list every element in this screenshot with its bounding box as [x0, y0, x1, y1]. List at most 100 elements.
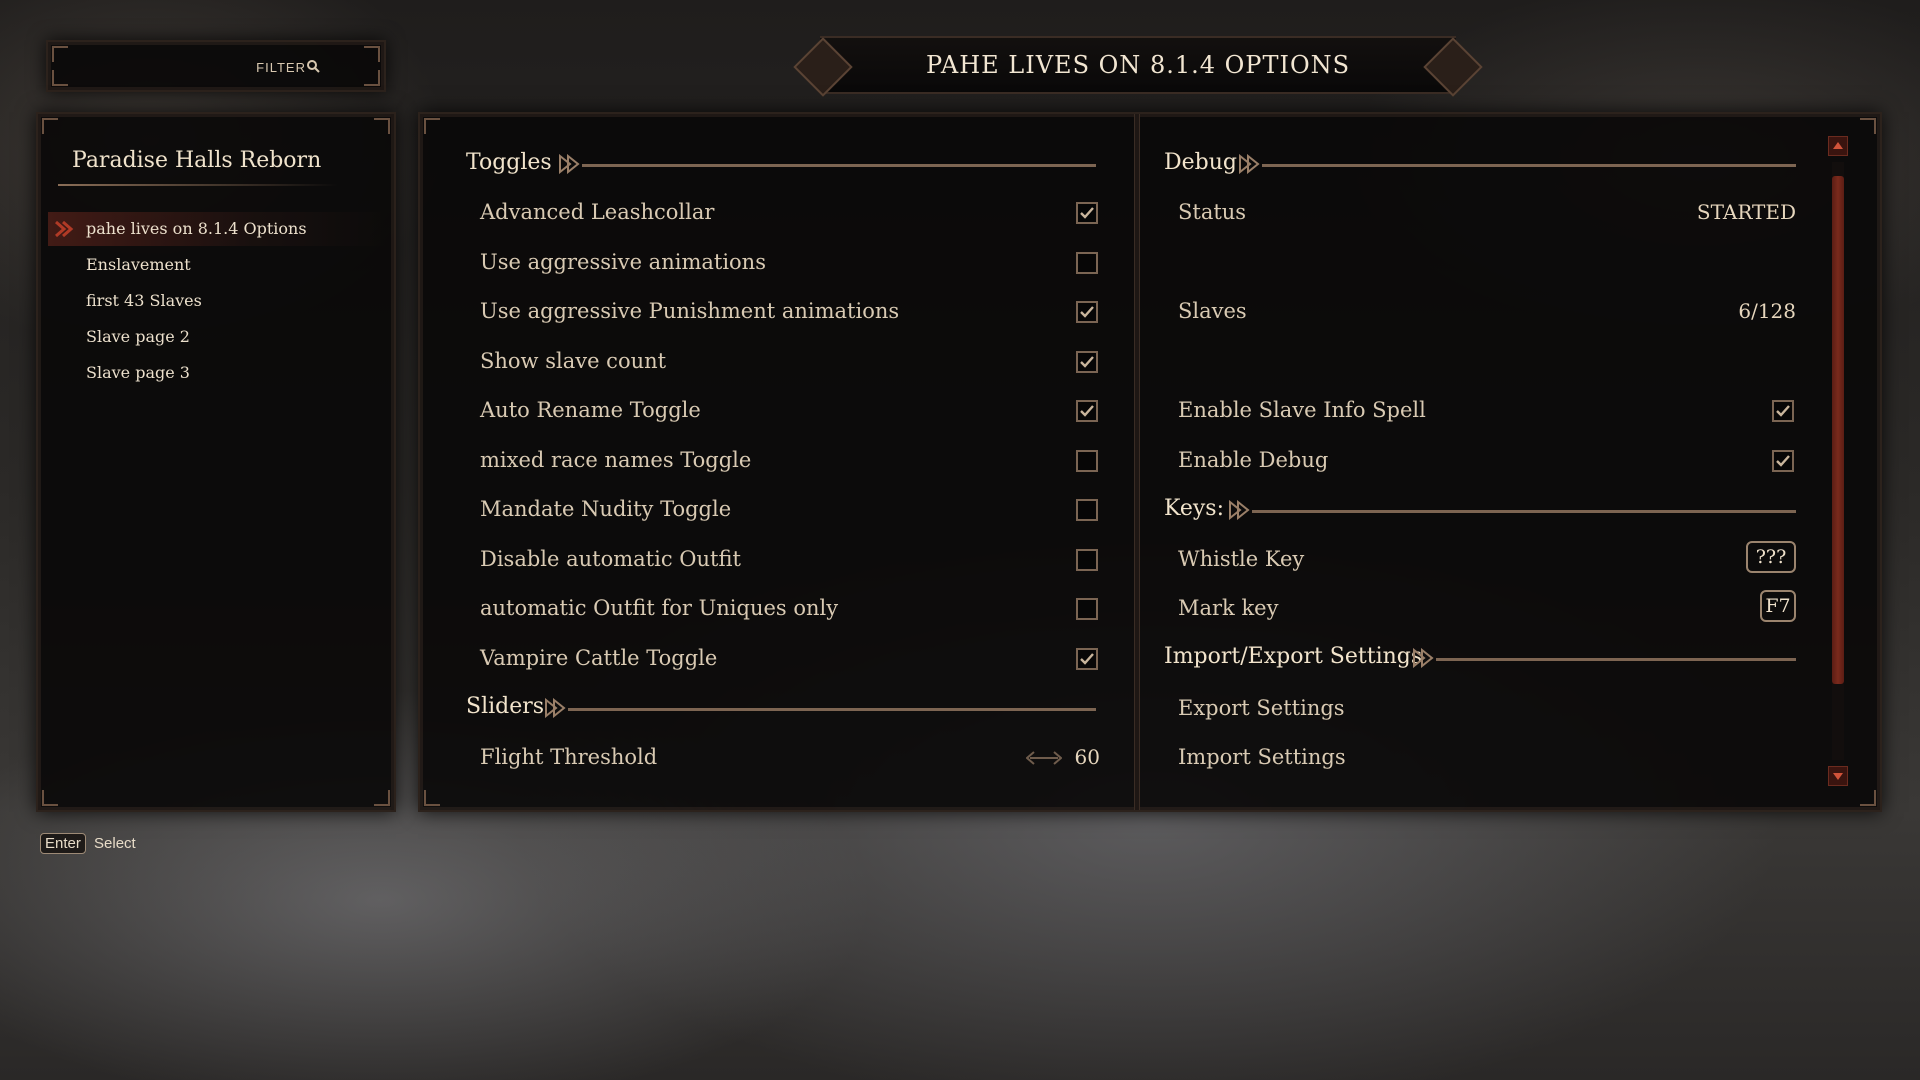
key-badge[interactable]: ??? [1746, 541, 1796, 573]
status-row: Status STARTED [1178, 192, 1796, 232]
option-label: Auto Rename Toggle [480, 398, 701, 422]
page-item-label: Enslavement [86, 255, 191, 274]
option-label: Show slave count [480, 349, 667, 373]
toggle-disable-automatic-outfit[interactable]: Disable automatic Outfit [480, 539, 1100, 579]
option-label: Enable Slave Info Spell [1178, 398, 1426, 422]
frame-corner [424, 790, 440, 806]
toggle-advanced-leashcollar[interactable]: Advanced Leashcollar [480, 192, 1100, 232]
option-label: Export Settings [1178, 696, 1345, 720]
option-label: Import Settings [1178, 745, 1346, 769]
checkbox-checked[interactable] [1772, 400, 1794, 422]
page-item-options[interactable]: pahe lives on 8.1.4 Options [48, 212, 388, 246]
toggle-aggressive-animations[interactable]: Use aggressive animations [480, 242, 1100, 282]
header-knot-icon [1413, 648, 1434, 668]
checkbox-unchecked[interactable] [1076, 499, 1098, 521]
frame-corner [42, 790, 58, 806]
checkbox-checked[interactable] [1076, 351, 1098, 373]
page-item-label: pahe lives on 8.1.4 Options [86, 219, 307, 238]
scroll-down-button[interactable] [1828, 766, 1848, 786]
page-item-slave-page-2[interactable]: Slave page 2 [48, 320, 388, 354]
scrollbar[interactable] [1826, 136, 1850, 786]
slider-flight-threshold[interactable]: Flight Threshold 60 [480, 737, 1100, 777]
check-icon [1080, 405, 1094, 417]
mod-list-panel: Paradise Halls Reborn pahe lives on 8.1.… [36, 112, 396, 812]
frame-corner [1860, 790, 1876, 806]
checkbox-checked[interactable] [1076, 301, 1098, 323]
option-label: Enable Debug [1178, 448, 1329, 472]
toggle-vampire-cattle[interactable]: Vampire Cattle Toggle [480, 638, 1100, 678]
option-label: Whistle Key [1178, 547, 1305, 571]
keymap-whistle[interactable]: Whistle Key ??? [1178, 539, 1796, 579]
import-settings-button[interactable]: Import Settings [1178, 737, 1796, 777]
check-icon [1080, 653, 1094, 665]
export-settings-button[interactable]: Export Settings [1178, 688, 1796, 728]
select-hint-label: Select [94, 835, 136, 852]
page-item-label: first 43 Slaves [86, 291, 202, 310]
frame-corner [52, 70, 68, 86]
frame-corner [424, 118, 440, 134]
frame-corner [374, 790, 390, 806]
page-item-first-43-slaves[interactable]: first 43 Slaves [48, 284, 388, 318]
option-label: Disable automatic Outfit [480, 547, 741, 571]
page-item-label: Slave page 2 [86, 327, 190, 346]
option-label: Mark key [1178, 596, 1279, 620]
toggles-header: Toggles [466, 150, 552, 175]
keymap-mark[interactable]: Mark key F7 [1178, 588, 1796, 628]
frame-corner [52, 46, 68, 62]
toggle-aggressive-punishment-animations[interactable]: Use aggressive Punishment animations [480, 291, 1100, 331]
toggle-auto-rename[interactable]: Auto Rename Toggle [480, 390, 1100, 430]
option-label: Vampire Cattle Toggle [480, 646, 718, 670]
check-icon [1080, 207, 1094, 219]
checkbox-unchecked[interactable] [1076, 598, 1098, 620]
filter-label[interactable]: FILTER [256, 60, 306, 75]
toggle-enable-debug[interactable]: Enable Debug [1178, 440, 1796, 480]
header-rule [1436, 658, 1796, 661]
frame-corner [42, 118, 58, 134]
page-title: PAHE LIVES ON 8.1.4 OPTIONS [925, 51, 1351, 79]
import-export-header: Import/Export Settings [1164, 644, 1423, 669]
slaves-label: Slaves [1178, 299, 1247, 323]
frame-corner [364, 70, 380, 86]
toggle-mixed-race-names[interactable]: mixed race names Toggle [480, 440, 1100, 480]
control-hint: Enter Select [40, 833, 136, 854]
checkbox-checked[interactable] [1076, 202, 1098, 224]
frame-corner [1860, 118, 1876, 134]
check-icon [1776, 405, 1790, 417]
checkbox-unchecked[interactable] [1076, 252, 1098, 274]
page-item-slave-page-3[interactable]: Slave page 3 [48, 356, 388, 390]
checkbox-checked[interactable] [1076, 648, 1098, 670]
scroll-up-button[interactable] [1828, 136, 1848, 156]
checkbox-unchecked[interactable] [1076, 549, 1098, 571]
toggle-outfit-uniques-only[interactable]: automatic Outfit for Uniques only [480, 588, 1100, 628]
checkbox-checked[interactable] [1772, 450, 1794, 472]
options-panel: Toggles Advanced Leashcollar Use aggress… [418, 112, 1882, 812]
slaves-count: 6/128 [1738, 299, 1796, 323]
header-knot-icon [1229, 500, 1250, 520]
check-icon [1080, 356, 1094, 368]
scroll-thumb[interactable] [1832, 176, 1844, 684]
frame-corner [374, 118, 390, 134]
mod-title[interactable]: Paradise Halls Reborn [72, 148, 321, 173]
page-item-enslavement[interactable]: Enslavement [48, 248, 388, 282]
header-rule [582, 164, 1096, 167]
header-rule [1262, 164, 1796, 167]
header-rule [1252, 510, 1796, 513]
toggle-enable-slave-info-spell[interactable]: Enable Slave Info Spell [1178, 390, 1796, 430]
header-knot-icon [545, 698, 566, 718]
column-divider [1134, 114, 1140, 810]
key-badge[interactable]: F7 [1760, 590, 1796, 622]
checkbox-checked[interactable] [1076, 400, 1098, 422]
option-label: Advanced Leashcollar [480, 200, 715, 224]
option-label: mixed race names Toggle [480, 448, 752, 472]
frame-corner [364, 46, 380, 62]
toggle-show-slave-count[interactable]: Show slave count [480, 341, 1100, 381]
toggle-mandate-nudity[interactable]: Mandate Nudity Toggle [480, 489, 1100, 529]
search-icon[interactable] [306, 59, 320, 73]
arrow-up-icon [1833, 142, 1843, 149]
header-knot-icon [559, 154, 580, 174]
sliders-header: Sliders [466, 694, 545, 719]
filter-box[interactable]: FILTER [46, 40, 386, 92]
header-knot-icon [1239, 154, 1260, 174]
option-label: Use aggressive Punishment animations [480, 299, 900, 323]
checkbox-unchecked[interactable] [1076, 450, 1098, 472]
